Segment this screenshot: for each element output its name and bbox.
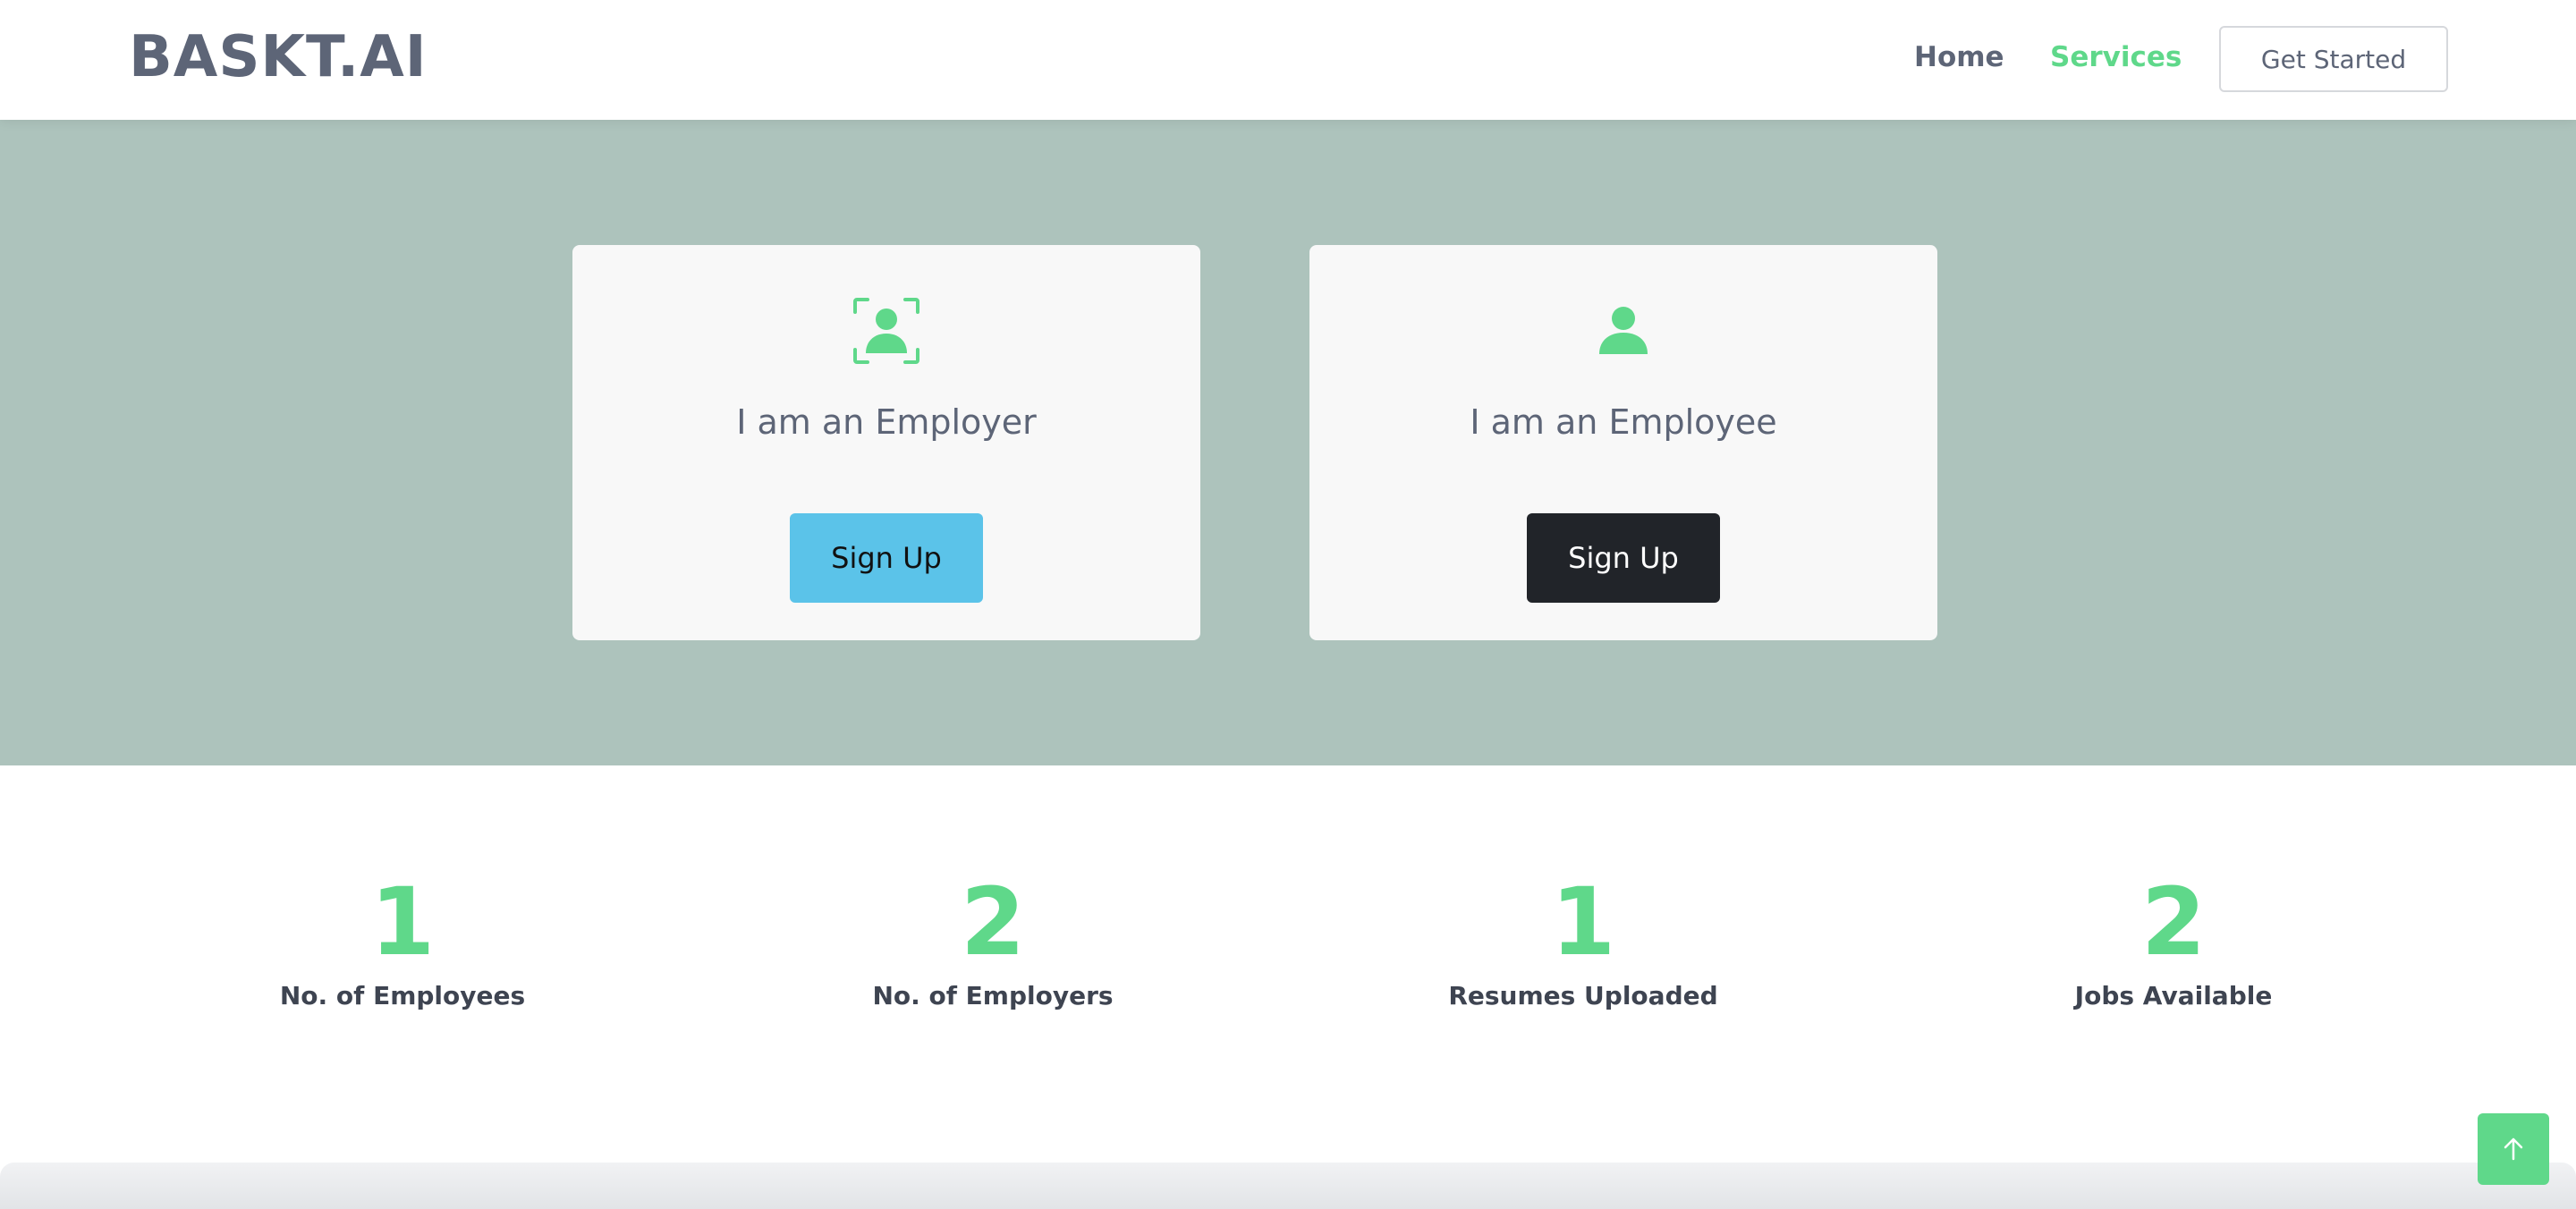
stats-section: 1 No. of Employees 2 No. of Employers 1 … [0,765,2576,1162]
stat-label: No. of Employers [872,981,1114,1010]
nav-link-home[interactable]: Home [1914,39,2004,75]
nav-link-services[interactable]: Services [2050,39,2182,75]
employee-card-title: I am an Employee [1470,402,1777,442]
employer-sign-up-button[interactable]: Sign Up [790,513,983,603]
footer-edge [0,1162,2576,1209]
back-to-top-button[interactable] [2478,1113,2549,1185]
get-started-button[interactable]: Get Started [2219,26,2448,92]
user-scan-icon [851,295,922,367]
employer-card: I am an Employer Sign Up [572,245,1200,640]
site-header: BASKT.AI Home Services Get Started [0,0,2576,120]
arrow-up-icon [2504,1137,2523,1161]
stat-jobs: 2 Jobs Available [1905,873,2442,1012]
stat-value: 1 [1550,867,1616,976]
stat-value: 1 [369,867,436,976]
stat-value: 2 [2140,867,2207,976]
stat-resumes: 1 Resumes Uploaded [1315,873,1852,1012]
stat-value: 2 [960,867,1026,976]
brand-logo[interactable]: BASKT.AI [129,25,428,89]
stat-employees: 1 No. of Employees [134,873,671,1012]
stat-label: Resumes Uploaded [1448,981,1718,1010]
user-icon [1588,295,1659,367]
employee-sign-up-button[interactable]: Sign Up [1527,513,1720,603]
employee-card: I am an Employee Sign Up [1309,245,1937,640]
stat-label: Jobs Available [2074,981,2273,1010]
stat-employers: 2 No. of Employers [724,873,1261,1012]
stat-label: No. of Employees [279,981,526,1010]
employer-card-title: I am an Employer [736,402,1037,442]
hero-section: I am an Employer Sign Up I am an Employe… [0,120,2576,765]
